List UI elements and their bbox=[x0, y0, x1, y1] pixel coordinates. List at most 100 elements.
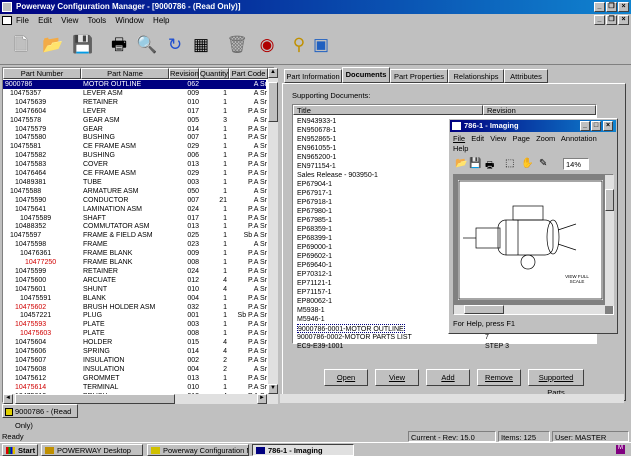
tray-icon[interactable]: M bbox=[616, 445, 625, 454]
img-open-icon[interactable]: 📂 bbox=[455, 158, 467, 169]
document-title[interactable]: EP67918-1 bbox=[297, 198, 332, 207]
imaging-menu-zoom[interactable]: Zoom bbox=[536, 134, 555, 143]
tree-row[interactable]: 10475588 ARMATURE ASM 050 1 A Sr bbox=[3, 187, 267, 196]
col-part-number[interactable]: Part Number bbox=[3, 68, 81, 79]
print-icon[interactable]: 🖶 bbox=[106, 31, 132, 59]
imaging-menu-annotation[interactable]: Annotation bbox=[561, 134, 597, 143]
tree-row[interactable]: 10475606 SPRING 014 4 P.A Sr bbox=[3, 347, 267, 356]
image-hscroll[interactable] bbox=[454, 305, 605, 314]
document-title[interactable]: EP67917-1 bbox=[297, 189, 332, 198]
imaging-close-icon[interactable]: × bbox=[603, 121, 613, 131]
archive-icon[interactable]: ◉ bbox=[254, 31, 280, 59]
document-title[interactable]: EP80062-1 bbox=[297, 297, 332, 306]
document-title[interactable]: EP69000-1 bbox=[297, 243, 332, 252]
document-title[interactable]: EN950678-1 bbox=[297, 126, 336, 135]
tree-horizontal-scrollbar[interactable]: ◄ ► bbox=[3, 394, 278, 404]
menu-tools[interactable]: Tools bbox=[87, 16, 106, 25]
img-print-icon[interactable]: 🖶 bbox=[485, 158, 494, 175]
tree-row[interactable]: 10475579 GEAR 014 1 P.A Sr bbox=[3, 125, 267, 134]
tree-row[interactable]: 10477250 FRAME BLANK 008 1 P.A Sr bbox=[3, 258, 267, 267]
tree-row[interactable]: 10476604 LEVER 017 1 P.A Sr bbox=[3, 107, 267, 116]
new-icon[interactable]: 🗋 bbox=[8, 31, 34, 59]
document-title[interactable]: EN971154-1 bbox=[297, 162, 336, 171]
remove-button[interactable]: Remove bbox=[477, 369, 521, 386]
document-title[interactable]: EP67980-1 bbox=[297, 207, 332, 216]
image-viewport[interactable]: VIEW FULL SCALE bbox=[453, 174, 614, 315]
tree-row[interactable]: 10475603 PLATE 008 1 P.A Sr bbox=[3, 329, 267, 338]
document-title[interactable]: EP68359-1 bbox=[297, 225, 332, 234]
refresh-icon[interactable]: ↻ bbox=[162, 31, 188, 59]
document-title[interactable]: EP71157-1 bbox=[297, 288, 332, 297]
document-title[interactable]: M5938-1 bbox=[297, 306, 325, 315]
imaging-menu-edit[interactable]: Edit bbox=[471, 134, 484, 143]
document-title[interactable]: 9000786-0001-MOTOR OUTLINE bbox=[297, 324, 405, 334]
save-icon[interactable]: 💾 bbox=[70, 31, 96, 59]
task-configuration-manager[interactable]: Powerway Configuration M... bbox=[147, 444, 249, 456]
task-imaging[interactable]: 786-1 - Imaging bbox=[252, 444, 354, 456]
col-part-code[interactable]: Part Code bbox=[229, 68, 268, 79]
col-doc-revision[interactable]: Revision bbox=[483, 105, 596, 115]
tree-row[interactable]: 10488352 COMMUTATOR ASM 013 1 P.A Sr bbox=[3, 222, 267, 231]
document-title[interactable]: 9000786-0002-MOTOR PARTS LIST bbox=[297, 333, 412, 342]
document-title[interactable]: EN961055-1 bbox=[297, 144, 336, 153]
col-quantity[interactable]: Quantity bbox=[199, 68, 229, 79]
window-title-bar[interactable]: Powerway Configuration Manager - [900078… bbox=[0, 0, 631, 14]
document-title[interactable]: EP67985-1 bbox=[297, 216, 332, 225]
tree-row[interactable]: 10489381 TUBE 003 1 P.A Sr bbox=[3, 178, 267, 187]
document-title[interactable]: EC9-E39-1001 bbox=[297, 342, 343, 351]
document-tab[interactable]: 9000786 - (Read Only) bbox=[2, 404, 78, 430]
start-button[interactable]: Start bbox=[2, 444, 38, 456]
tree-row[interactable]: 10475583 COVER 013 1 P.A Sr bbox=[3, 160, 267, 169]
menu-help[interactable]: Help bbox=[153, 16, 169, 25]
zoom-field[interactable]: 14% bbox=[563, 158, 589, 170]
document-title[interactable]: Sales Release - 903950-1 bbox=[297, 171, 378, 180]
minimize-icon[interactable]: _ bbox=[594, 2, 605, 12]
tree-row[interactable]: 10475578 GEAR ASM 005 3 A Sr bbox=[3, 116, 267, 125]
menu-edit[interactable]: Edit bbox=[38, 16, 52, 25]
scroll-thumb[interactable] bbox=[268, 82, 278, 122]
menu-window[interactable]: Window bbox=[115, 16, 143, 25]
tree-row[interactable]: 10475597 FRAME & FIELD ASM 025 1 Sb A Sr bbox=[3, 231, 267, 240]
imaging-window[interactable]: 786-1 - Imaging _ □ × File Edit View Pag… bbox=[448, 118, 618, 334]
imaging-title-bar[interactable]: 786-1 - Imaging _ □ × bbox=[450, 120, 616, 132]
menu-file[interactable]: File bbox=[16, 16, 29, 25]
hscroll-thumb[interactable] bbox=[15, 394, 175, 404]
tree-row[interactable]: 10476464 CE FRAME ASM 029 1 P.A Sr bbox=[3, 169, 267, 178]
tree-row[interactable]: 10475581 CE FRAME ASM 029 1 A Sr bbox=[3, 142, 267, 151]
img-pan-icon[interactable]: ✋ bbox=[521, 158, 533, 169]
explore-icon[interactable]: ▣ bbox=[308, 31, 334, 59]
tree-row[interactable]: 10475608 INSULATION 004 2 A Sr bbox=[3, 365, 267, 374]
child-restore-icon[interactable]: ❐ bbox=[606, 15, 617, 25]
tree-row[interactable]: 9000786 MOTOR OUTLINE 062 A Sr bbox=[3, 80, 267, 89]
tab-part-properties[interactable]: Part Properties bbox=[390, 69, 448, 83]
tree-row[interactable]: 10475602 BRUSH HOLDER ASM 032 1 P.A Sr bbox=[3, 303, 267, 312]
col-part-name[interactable]: Part Name bbox=[81, 68, 169, 79]
imaging-menu-file[interactable]: File bbox=[453, 134, 465, 143]
imaging-minimize-icon[interactable]: _ bbox=[580, 121, 590, 131]
tree-row[interactable]: 10475600 ARCUATE 012 4 P.A Sr bbox=[3, 276, 267, 285]
col-title[interactable]: Title bbox=[293, 105, 483, 115]
tree-row[interactable]: 10475591 BLANK 004 1 P.A Sr bbox=[3, 294, 267, 303]
tree-row[interactable]: 10475580 BUSHING 007 1 P.A Sr bbox=[3, 133, 267, 142]
tab-attributes[interactable]: Attributes bbox=[504, 69, 548, 83]
document-title[interactable]: EP71121-1 bbox=[297, 279, 332, 288]
trash-icon[interactable]: 🗑 bbox=[224, 31, 250, 59]
document-title[interactable]: EN952865-1 bbox=[297, 135, 336, 144]
img-select-icon[interactable]: ⬚ bbox=[505, 158, 514, 169]
open-button[interactable]: Open bbox=[324, 369, 368, 386]
close-icon[interactable]: × bbox=[618, 2, 629, 12]
tree-row[interactable]: 10475357 LEVER ASM 009 1 A Sr bbox=[3, 89, 267, 98]
tree-row[interactable]: 10475612 GROMMET 013 1 P.A Sr bbox=[3, 374, 267, 383]
tree-row[interactable]: 10475639 RETAINER 010 1 A Sr bbox=[3, 98, 267, 107]
tree-row[interactable]: 10475590 CONDUCTOR 007 21 A Sr bbox=[3, 196, 267, 205]
tab-part-information[interactable]: Part Information bbox=[284, 69, 342, 83]
document-title[interactable]: EP69640-1 bbox=[297, 261, 332, 270]
tree-row[interactable]: 10475589 SHAFT 017 1 P.A Sr bbox=[3, 214, 267, 223]
task-powerway-desktop[interactable]: POWERWAY Desktop bbox=[41, 444, 143, 456]
document-title[interactable]: EP69602-1 bbox=[297, 252, 332, 261]
imaging-menu-help[interactable]: Help bbox=[453, 144, 468, 153]
structure-icon[interactable]: ▦ bbox=[188, 31, 214, 59]
tree-row[interactable]: 10476361 FRAME BLANK 009 1 P.A Sr bbox=[3, 249, 267, 258]
tree-row[interactable]: 10475599 RETAINER 024 1 P.A Sr bbox=[3, 267, 267, 276]
scroll-right-icon[interactable]: ► bbox=[257, 394, 267, 404]
